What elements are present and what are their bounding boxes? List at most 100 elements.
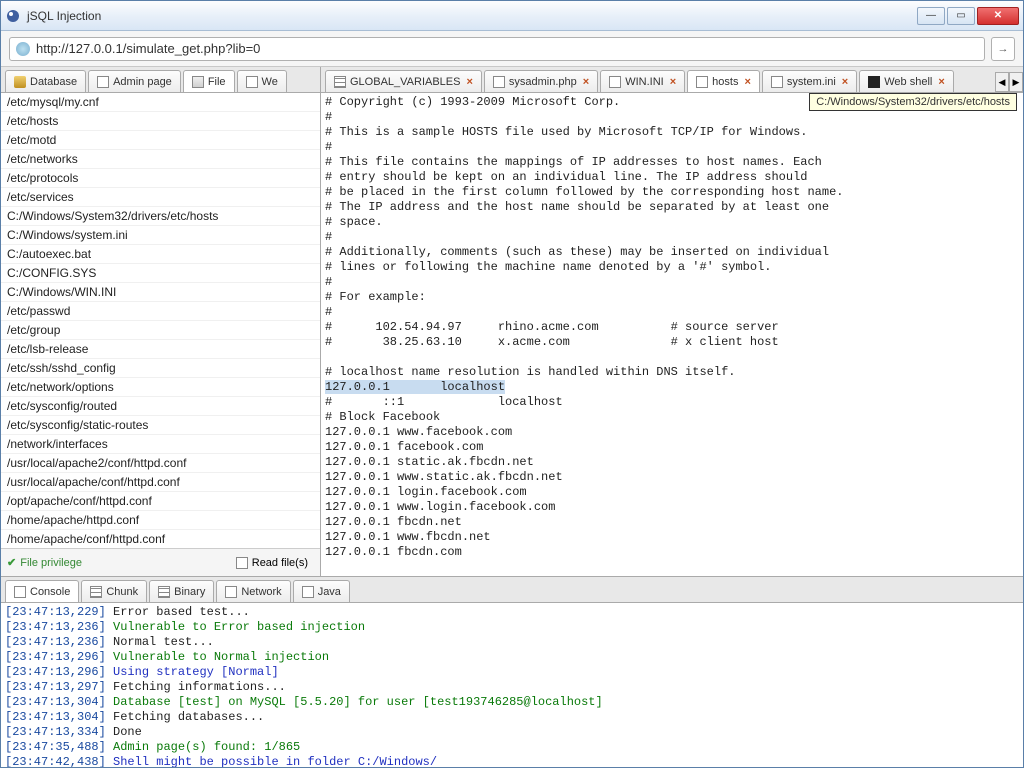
- timestamp: [23:47:42,438]: [5, 755, 106, 767]
- tab-label: system.ini: [787, 76, 836, 88]
- close-tab-icon[interactable]: ×: [466, 76, 472, 88]
- file-list-item[interactable]: C:/Windows/System32/drivers/etc/hosts: [1, 207, 320, 226]
- tab-label: Console: [30, 586, 70, 598]
- tabs-scroll-right[interactable]: ▶: [1009, 72, 1023, 92]
- tab-binary[interactable]: Binary: [149, 580, 214, 602]
- file-list-item[interactable]: /etc/sysconfig/routed: [1, 397, 320, 416]
- file-list-item[interactable]: C:/Windows/system.ini: [1, 226, 320, 245]
- file-list-item[interactable]: /usr/local/apache/conf/httpd.conf: [1, 473, 320, 492]
- tabs-scroll-left[interactable]: ◀: [995, 72, 1009, 92]
- app-icon: [5, 8, 21, 24]
- tab-web-shell[interactable]: Web shell×: [859, 70, 954, 92]
- grid-icon: [90, 586, 102, 598]
- window-title: jSQL Injection: [27, 9, 917, 23]
- page-icon: [609, 76, 621, 88]
- file-list-item[interactable]: /etc/networks: [1, 150, 320, 169]
- console-line: [23:47:13,334] Done: [5, 725, 1019, 740]
- file-content[interactable]: # Copyright (c) 1993-2009 Microsoft Corp…: [321, 93, 1023, 576]
- grid-icon: [158, 586, 170, 598]
- tab-sysadmin-php[interactable]: sysadmin.php ×: [484, 70, 598, 92]
- tab-java[interactable]: Java: [293, 580, 350, 602]
- timestamp: [23:47:13,236]: [5, 635, 106, 649]
- console-line: [23:47:13,236] Normal test...: [5, 635, 1019, 650]
- maximize-button[interactable]: ▭: [947, 7, 975, 25]
- close-tab-icon[interactable]: ×: [938, 76, 944, 88]
- file-list-item[interactable]: /etc/hosts: [1, 112, 320, 131]
- file-list-item[interactable]: /etc/protocols: [1, 169, 320, 188]
- check-icon: ✔: [7, 556, 16, 569]
- database-icon: [14, 76, 26, 88]
- console-line: [23:47:13,236] Vulnerable to Error based…: [5, 620, 1019, 635]
- tab-we[interactable]: We: [237, 70, 287, 92]
- file-list-item[interactable]: C:/Windows/WIN.INI: [1, 283, 320, 302]
- read-files-button[interactable]: Read file(s): [230, 555, 314, 571]
- timestamp: [23:47:13,229]: [5, 605, 106, 619]
- console-line: [23:47:13,297] Fetching informations...: [5, 680, 1019, 695]
- file-list-item[interactable]: /etc/network/options: [1, 378, 320, 397]
- tab-chunk[interactable]: Chunk: [81, 580, 147, 602]
- file-list-item[interactable]: /etc/services: [1, 188, 320, 207]
- tab-network[interactable]: Network: [216, 580, 290, 602]
- close-tab-icon[interactable]: ×: [744, 76, 750, 88]
- tab-label: hosts: [712, 76, 738, 88]
- tab-win-ini[interactable]: WIN.INI ×: [600, 70, 685, 92]
- shell-icon: [868, 76, 880, 88]
- file-list-item[interactable]: /network/interfaces: [1, 435, 320, 454]
- tab-admin-page[interactable]: Admin page: [88, 70, 181, 92]
- console-line: [23:47:35,488] Admin page(s) found: 1/86…: [5, 740, 1019, 755]
- url-bar: http://127.0.0.1/simulate_get.php?lib=0 …: [1, 31, 1023, 67]
- file-list-item[interactable]: /etc/sysconfig/static-routes: [1, 416, 320, 435]
- page-icon: [97, 76, 109, 88]
- url-input[interactable]: http://127.0.0.1/simulate_get.php?lib=0: [9, 37, 985, 61]
- minimize-button[interactable]: —: [917, 7, 945, 25]
- tab-label: Binary: [174, 586, 205, 598]
- console-line: [23:47:13,304] Fetching databases...: [5, 710, 1019, 725]
- file-list-item[interactable]: C:/CONFIG.SYS: [1, 264, 320, 283]
- timestamp: [23:47:13,334]: [5, 725, 106, 739]
- tab-label: Database: [30, 76, 77, 88]
- grid-icon: [334, 76, 346, 88]
- read-icon: [236, 557, 248, 569]
- tab-label: Network: [241, 586, 281, 598]
- file-icon: [192, 76, 204, 88]
- tab-label: File: [208, 76, 226, 88]
- timestamp: [23:47:13,296]: [5, 650, 106, 664]
- tab-label: Java: [318, 586, 341, 598]
- tab-label: We: [262, 76, 278, 88]
- tab-label: sysadmin.php: [509, 76, 577, 88]
- file-list-item[interactable]: /home/apache/conf/httpd.conf: [1, 530, 320, 548]
- tab-label: Admin page: [113, 76, 172, 88]
- tab-database[interactable]: Database: [5, 70, 86, 92]
- file-list-item[interactable]: /usr/local/apache2/conf/httpd.conf: [1, 454, 320, 473]
- file-list-item[interactable]: /etc/motd: [1, 131, 320, 150]
- page-icon: [302, 586, 314, 598]
- file-list-item[interactable]: /etc/ssh/sshd_config: [1, 359, 320, 378]
- page-icon: [771, 76, 783, 88]
- tab-system-ini[interactable]: system.ini ×: [762, 70, 857, 92]
- file-list-item[interactable]: /etc/lsb-release: [1, 340, 320, 359]
- file-list-item[interactable]: /etc/mysql/my.cnf: [1, 93, 320, 112]
- tab-label: WIN.INI: [625, 76, 664, 88]
- timestamp: [23:47:13,304]: [5, 695, 106, 709]
- tab-label: GLOBAL_VARIABLES: [350, 76, 460, 88]
- file-list-item[interactable]: /home/apache/httpd.conf: [1, 511, 320, 530]
- close-tab-icon[interactable]: ×: [670, 76, 676, 88]
- console-line: [23:47:42,438] Shell might be possible i…: [5, 755, 1019, 767]
- tab-global-variables[interactable]: GLOBAL_VARIABLES ×: [325, 70, 482, 92]
- file-list[interactable]: /etc/mysql/my.cnf/etc/hosts/etc/motd/etc…: [1, 93, 320, 548]
- tab-console[interactable]: Console: [5, 580, 79, 602]
- close-tab-icon[interactable]: ×: [842, 76, 848, 88]
- tab-tooltip: C:/Windows/System32/drivers/etc/hosts: [809, 93, 1017, 111]
- file-list-item[interactable]: /opt/apache/conf/httpd.conf: [1, 492, 320, 511]
- close-tab-icon[interactable]: ×: [583, 76, 589, 88]
- tab-file[interactable]: File: [183, 70, 235, 92]
- highlighted-line: 127.0.0.1 localhost: [325, 380, 505, 394]
- go-button[interactable]: →: [991, 37, 1015, 61]
- close-button[interactable]: ✕: [977, 7, 1019, 25]
- tab-hosts[interactable]: hosts ×: [687, 70, 760, 92]
- file-list-item[interactable]: /etc/passwd: [1, 302, 320, 321]
- console[interactable]: [23:47:13,229] Error based test...[23:47…: [1, 603, 1023, 767]
- file-list-item[interactable]: C:/autoexec.bat: [1, 245, 320, 264]
- timestamp: [23:47:13,304]: [5, 710, 106, 724]
- file-list-item[interactable]: /etc/group: [1, 321, 320, 340]
